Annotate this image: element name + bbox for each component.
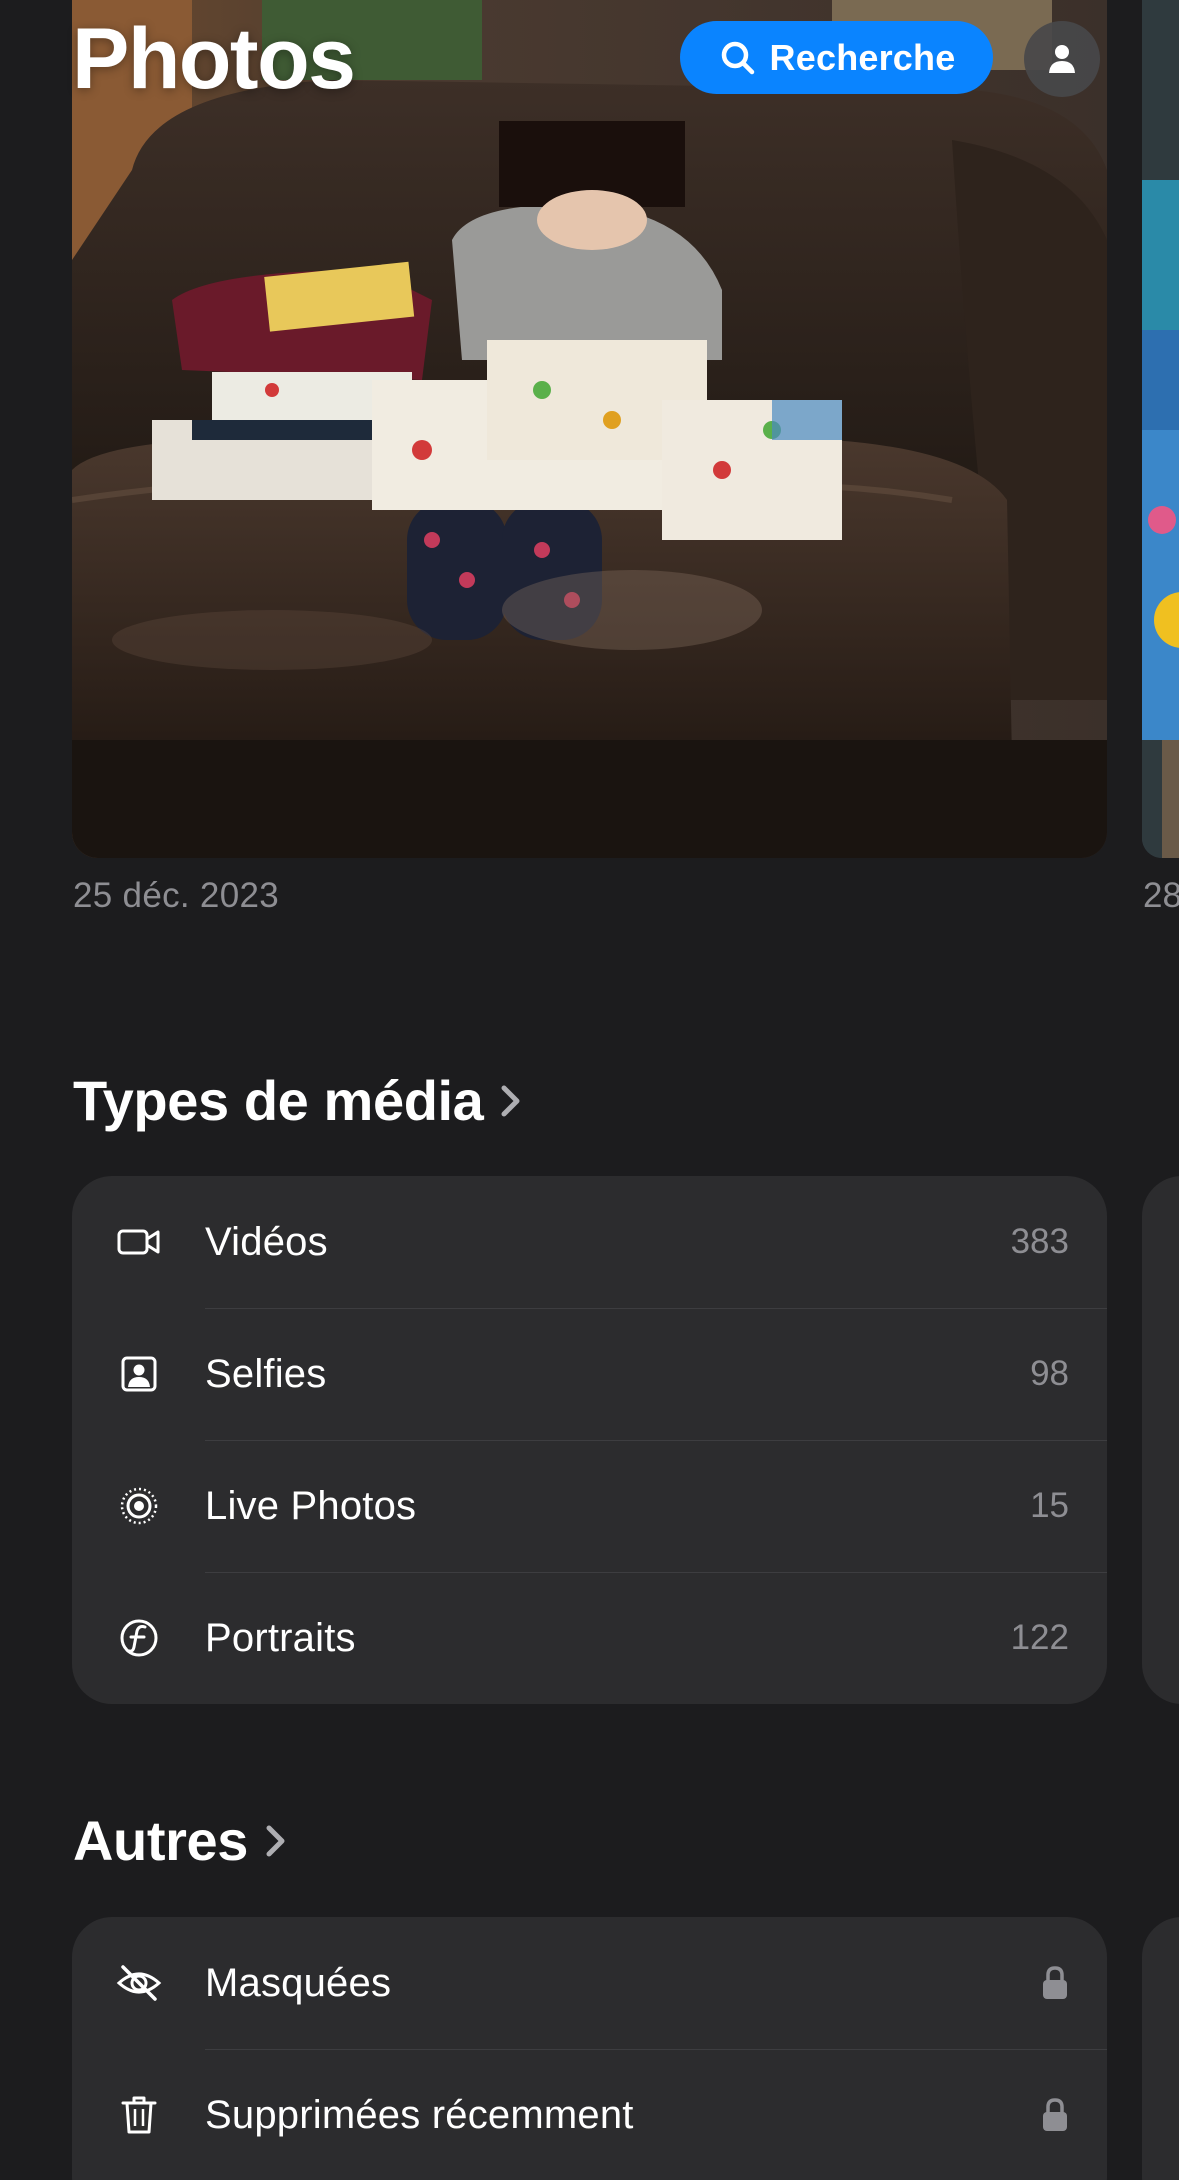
list-item-label: Portraits [205, 1615, 356, 1660]
aperture-icon [114, 1613, 164, 1663]
list-item-label: Selfies [205, 1351, 327, 1396]
search-icon [721, 41, 754, 74]
eye-slash-icon [114, 1958, 164, 2008]
list-item-recently-deleted[interactable]: Supprimées récemment [72, 2049, 1107, 2180]
page-title: Photos [72, 11, 356, 107]
featured-photo-image [72, 0, 1107, 858]
selfie-icon [114, 1349, 164, 1399]
list-item-label: Masquées [205, 1960, 392, 2005]
next-photo-date: 28 [1143, 876, 1179, 915]
lock-icon [1041, 1965, 1069, 2001]
list-item-label: Live Photos [205, 1483, 417, 1528]
list-item-videos[interactable]: Vidéos 383 [72, 1176, 1107, 1308]
media-types-card: Vidéos 383 Selfies 98 Live Photos 15 Por… [72, 1176, 1107, 1704]
list-item-portraits[interactable]: Portraits 122 [72, 1572, 1107, 1704]
photos-app-page: 25 déc. 2023 28 Photos Recherche Types d… [0, 0, 1179, 2180]
list-item-count: 98 [1030, 1354, 1069, 1393]
person-icon [1049, 45, 1075, 73]
others-header[interactable]: Autres [73, 1808, 288, 1873]
others-card: Masquées Supprimées récemment [72, 1917, 1107, 2180]
profile-button[interactable] [1024, 21, 1100, 97]
list-item-selfies[interactable]: Selfies 98 [72, 1308, 1107, 1440]
featured-photo-date: 25 déc. 2023 [73, 876, 279, 915]
list-item-hidden[interactable]: Masquées [72, 1917, 1107, 2049]
list-item-live-photos[interactable]: Live Photos 15 [72, 1440, 1107, 1572]
lock-icon [1041, 2097, 1069, 2133]
live-photo-icon [114, 1481, 164, 1531]
next-card-peek[interactable] [1142, 1917, 1179, 2180]
search-button[interactable]: Recherche [680, 21, 993, 94]
list-item-count: 15 [1030, 1486, 1069, 1525]
chevron-right-icon [266, 1825, 285, 1856]
video-icon [114, 1217, 164, 1267]
list-item-label: Vidéos [205, 1219, 328, 1264]
trash-icon [114, 2090, 164, 2140]
list-item-count: 122 [1010, 1618, 1069, 1657]
chevron-right-icon [501, 1085, 520, 1116]
list-item-count: 383 [1010, 1222, 1069, 1261]
others-title: Autres [73, 1809, 248, 1872]
next-photo-image [1142, 0, 1179, 858]
list-item-label: Supprimées récemment [205, 2092, 634, 2137]
search-button-label: Recherche [769, 36, 956, 78]
media-types-header[interactable]: Types de média [73, 1068, 523, 1133]
featured-photo[interactable] [72, 0, 1107, 858]
next-card-peek[interactable] [1142, 1176, 1179, 1704]
next-photo-peek[interactable] [1142, 0, 1179, 858]
media-types-title: Types de média [73, 1069, 484, 1132]
